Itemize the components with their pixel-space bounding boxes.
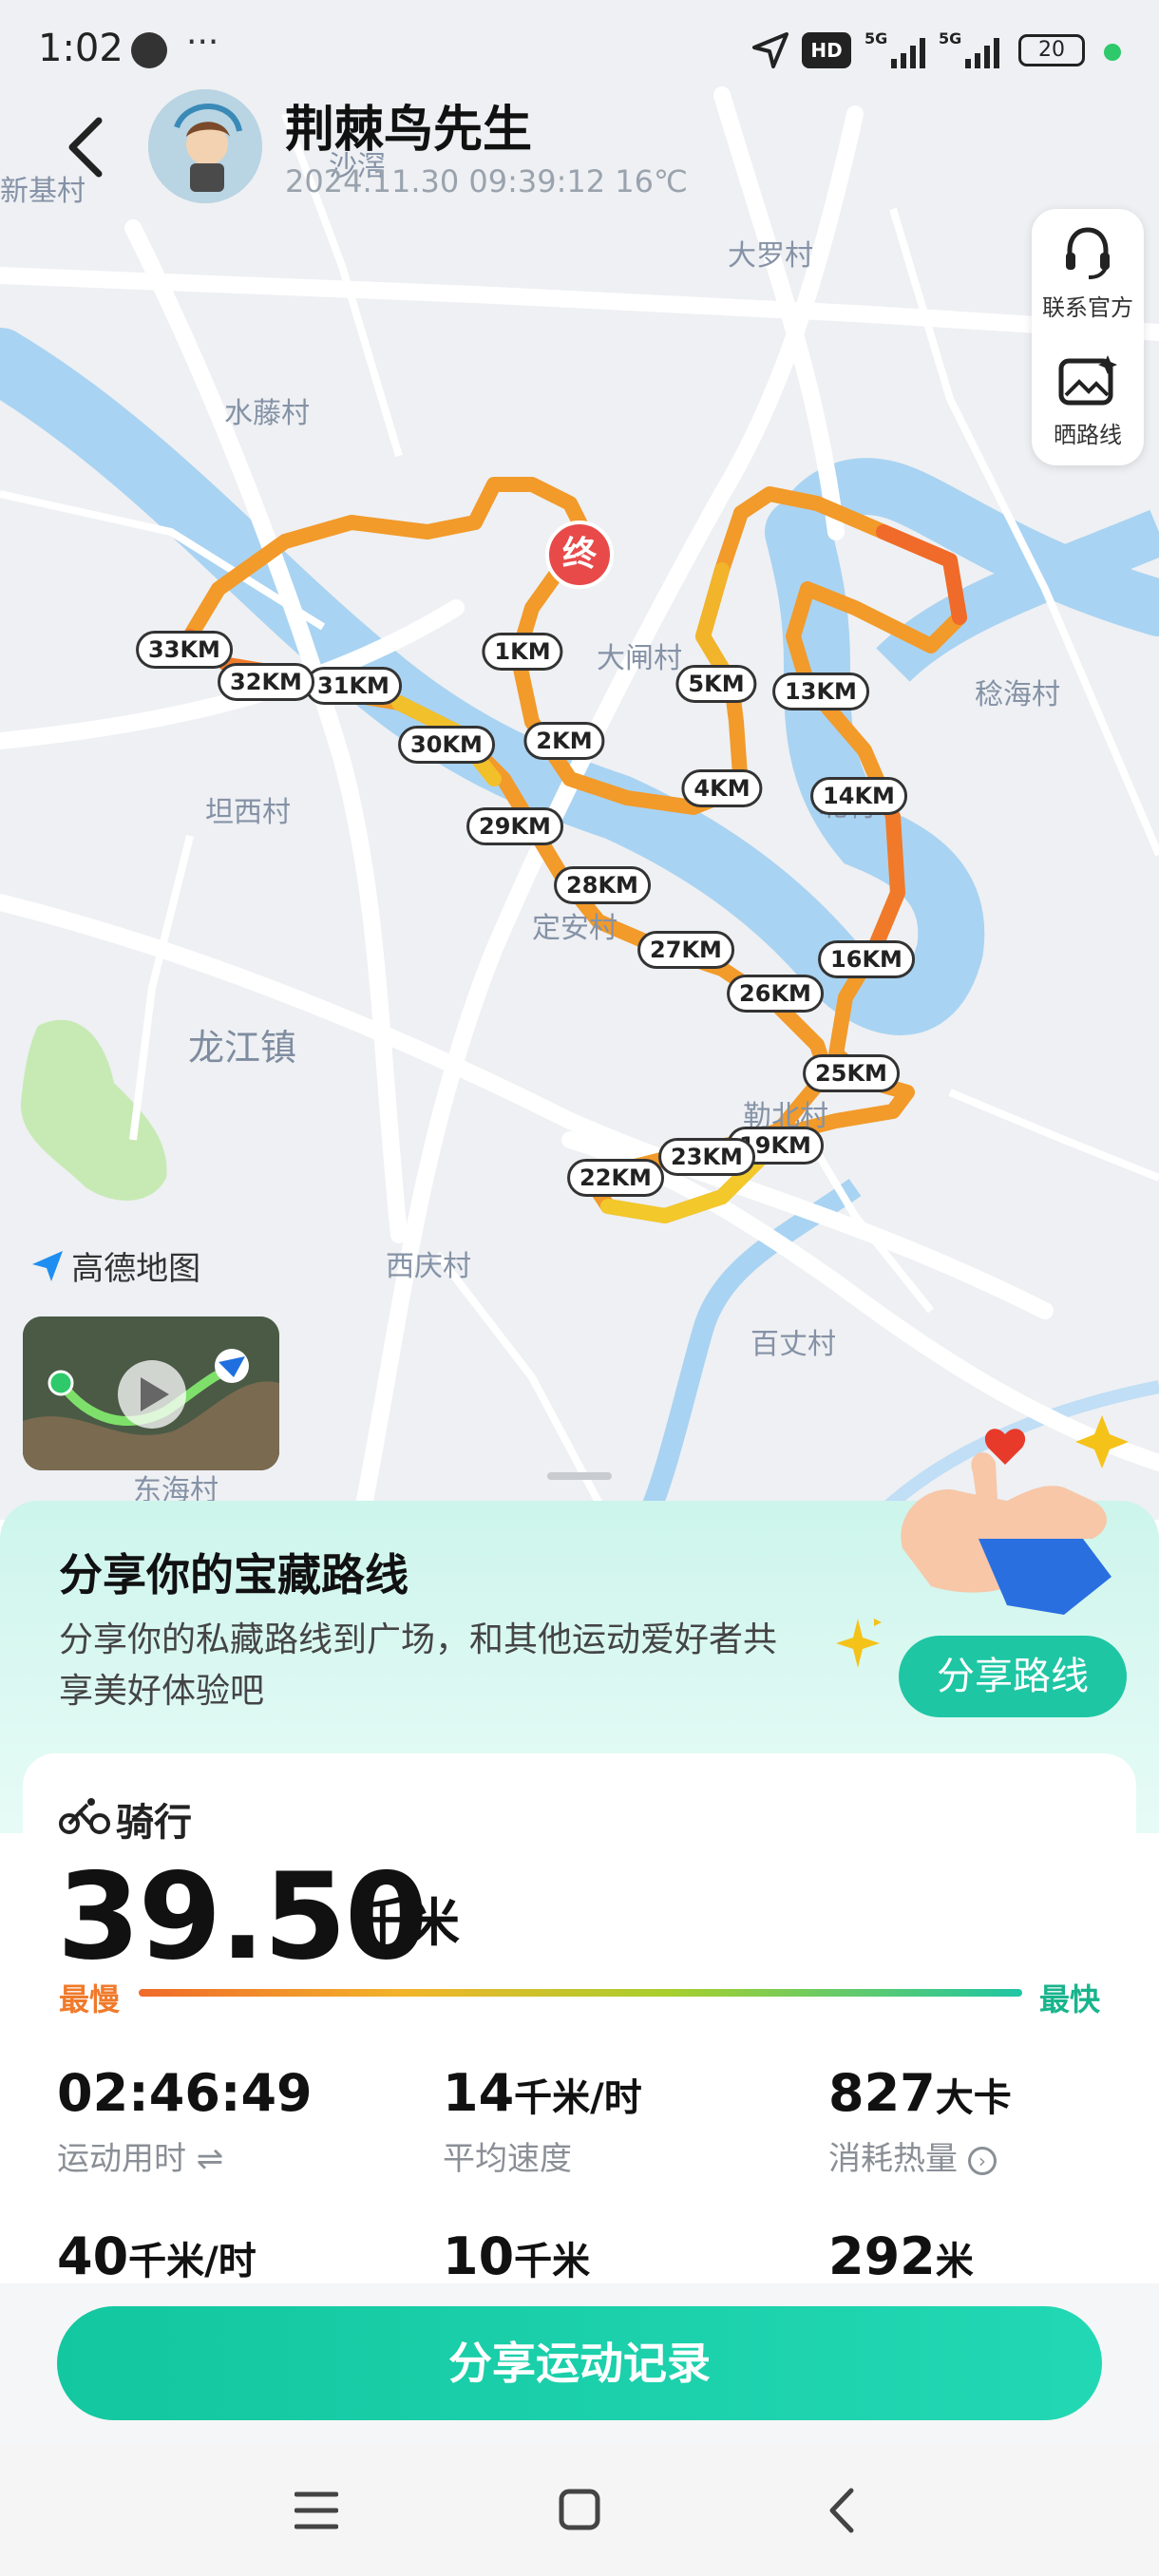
show-route-button[interactable]: 晒路线 bbox=[1032, 416, 1144, 449]
avatar[interactable] bbox=[148, 89, 262, 203]
place-label: 大闸村 bbox=[597, 642, 682, 675]
km-marker: 16KM bbox=[818, 940, 915, 978]
stat-value: 02:46:49 bbox=[57, 2063, 313, 2123]
speed-gradient-bar bbox=[139, 1989, 1022, 1997]
avatar-image bbox=[148, 89, 262, 203]
km-marker: 26KM bbox=[727, 975, 824, 1013]
stat-unit: 千米 bbox=[514, 2240, 591, 2283]
distance-unit: 千米 bbox=[357, 1893, 460, 1953]
km-marker: 25KM bbox=[803, 1054, 900, 1092]
fastest-label: 最快 bbox=[1039, 1981, 1101, 2017]
stat-unit: 大卡 bbox=[935, 2076, 1012, 2120]
hd-icon: HD bbox=[802, 32, 851, 68]
svg-text:5G: 5G bbox=[939, 29, 961, 47]
km-marker: 28KM bbox=[554, 866, 651, 904]
slowest-label: 最慢 bbox=[59, 1981, 121, 2017]
end-marker: 终 bbox=[545, 521, 614, 589]
battery-icon: 20 bbox=[1018, 34, 1085, 66]
thumbs-up-illustration bbox=[874, 1415, 1129, 1626]
stat-duration: 02:46:49 运动用时 ⇌ bbox=[57, 2063, 313, 2179]
gallery-sparkle-icon[interactable] bbox=[1058, 353, 1117, 407]
place-label: 大罗村 bbox=[728, 239, 813, 273]
status-time: 1:02 bbox=[38, 27, 124, 70]
km-marker: 1KM bbox=[482, 633, 563, 671]
contact-official-button[interactable]: 联系官方 bbox=[1032, 289, 1144, 322]
km-marker: 30KM bbox=[398, 726, 495, 764]
km-marker: 23KM bbox=[658, 1138, 755, 1176]
share-record-button[interactable]: 分享运动记录 bbox=[57, 2306, 1102, 2420]
amap-logo-icon bbox=[32, 1250, 63, 1281]
km-marker: 14KM bbox=[810, 777, 907, 815]
place-label: 稔海村 bbox=[975, 678, 1060, 711]
stat-unit: 千米/时 bbox=[514, 2076, 642, 2120]
back-button[interactable] bbox=[57, 109, 114, 185]
place-label: 西庆村 bbox=[386, 1250, 471, 1283]
km-marker: 29KM bbox=[466, 807, 563, 845]
stat-unit: 米 bbox=[935, 2240, 974, 2283]
km-marker: 33KM bbox=[136, 631, 233, 669]
status-bar: 1:02 ··· HD 5G 5G 20 bbox=[0, 0, 1159, 104]
stat-avg-speed: 14千米/时 平均速度 bbox=[443, 2063, 642, 2179]
chevron-right-icon[interactable]: › bbox=[967, 2146, 997, 2175]
back-nav-icon[interactable] bbox=[823, 2487, 861, 2534]
stat-value: 827 bbox=[828, 2063, 936, 2123]
share-route-button[interactable]: 分享路线 bbox=[899, 1636, 1127, 1717]
stat-calories[interactable]: 827大卡 消耗热量 › bbox=[828, 2063, 1012, 2179]
place-label: 坦西村 bbox=[205, 796, 291, 829]
place-label: 定安村 bbox=[532, 912, 618, 945]
more-notifications-icon: ··· bbox=[186, 23, 219, 62]
home-icon[interactable] bbox=[559, 2489, 600, 2530]
system-nav-bar bbox=[0, 2443, 1159, 2576]
menu-icon[interactable] bbox=[294, 2491, 338, 2530]
stat-value: 10 bbox=[443, 2226, 515, 2286]
activity-datetime: 2024.11.30 09:39:12 16℃ bbox=[285, 163, 688, 199]
stat-label: 消耗热量 bbox=[828, 2140, 958, 2178]
place-label: 百丈村 bbox=[750, 1328, 836, 1361]
share-title: 分享你的宝藏路线 bbox=[59, 1549, 408, 1601]
clock-icon bbox=[131, 32, 167, 68]
stat-value: 40 bbox=[57, 2226, 129, 2286]
app-screen: 新基村 沙滘 大罗村 水藤村 大闸村 稔海村 坦西村 定安村 龙江镇 勒北村 西… bbox=[0, 0, 1159, 2576]
km-marker: 2KM bbox=[523, 722, 605, 760]
stat-value: 14 bbox=[443, 2063, 515, 2123]
stat-unit: 千米/时 bbox=[128, 2240, 256, 2283]
place-label: 龙江镇 bbox=[188, 1027, 297, 1069]
stat-value: 292 bbox=[828, 2226, 936, 2286]
route-map[interactable]: 新基村 沙滘 大罗村 水藤村 大闸村 稔海村 坦西村 定安村 龙江镇 勒北村 西… bbox=[0, 0, 1159, 1520]
km-marker: 32KM bbox=[218, 663, 314, 701]
km-marker: 27KM bbox=[637, 931, 734, 969]
cycling-icon bbox=[59, 1798, 110, 1834]
km-marker: 22KM bbox=[567, 1159, 664, 1197]
map-background bbox=[0, 86, 1159, 1520]
map-logo-text: 高德地图 bbox=[71, 1250, 201, 1288]
stat-label: 平均速度 bbox=[443, 2140, 572, 2178]
share-description: 分享你的私藏路线到广场，和其他运动爱好者共享美好体验吧 bbox=[59, 1620, 778, 1711]
sport-type: 骑行 bbox=[116, 1801, 192, 1845]
drag-handle[interactable] bbox=[547, 1472, 612, 1480]
route-video-thumbnail[interactable] bbox=[23, 1316, 279, 1470]
stat-distance-metric: 10千米 bbox=[443, 2226, 590, 2286]
km-marker: 4KM bbox=[681, 769, 763, 807]
map-logo: 高德地图 bbox=[28, 1242, 201, 1288]
stat-elevation: 292米 bbox=[828, 2226, 974, 2286]
stat-max-speed: 40千米/时 bbox=[57, 2226, 256, 2286]
sparkle-icon bbox=[836, 1619, 880, 1668]
location-icon bbox=[752, 32, 788, 68]
km-marker: 31KM bbox=[305, 667, 402, 705]
signal-5g-icon: 5G bbox=[864, 29, 925, 68]
floating-actions: 联系官方 晒路线 bbox=[1032, 209, 1144, 465]
status-dot-icon bbox=[1104, 44, 1121, 61]
stat-label[interactable]: 运动用时 ⇌ bbox=[57, 2132, 313, 2179]
place-label: 水藤村 bbox=[224, 397, 310, 430]
video-thumb-image bbox=[23, 1316, 279, 1470]
km-marker: 5KM bbox=[675, 665, 757, 703]
headset-icon[interactable] bbox=[1064, 226, 1112, 279]
signal-5g-icon: 5G bbox=[939, 29, 999, 68]
svg-text:5G: 5G bbox=[864, 29, 887, 47]
km-marker: 13KM bbox=[772, 672, 869, 710]
